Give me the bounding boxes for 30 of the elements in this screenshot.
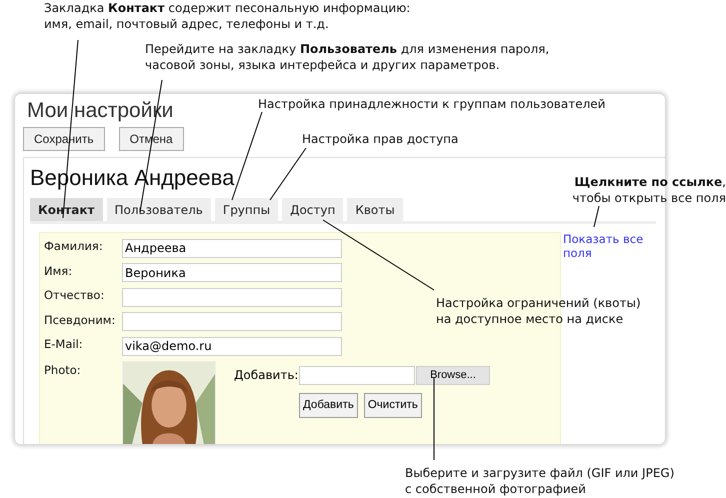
callout-text: Перейдите на закладку Пользователь для изменения пароля, часовой зоны, языка интерфейса и других параметров. (145, 41, 550, 73)
input-field[interactable]: vika@demo.ru (122, 336, 342, 356)
photo-button[interactable]: Очистить (364, 392, 422, 418)
callout-text: Щелкните по ссылке, чтобы открыть все поля (572, 174, 726, 206)
field-label: Отчество: (44, 288, 106, 302)
tab[interactable]: Пользователь (106, 198, 211, 221)
callout-text: Настройка ограничений (квоты) на доступное место на диске (436, 295, 641, 327)
tab[interactable]: Доступ (282, 198, 344, 221)
add-label: Добавить: (234, 368, 299, 382)
callout-text: Выберите и загрузите файл (GIF или JPEG) с собственной фотографией (405, 465, 674, 497)
field-label: Фамилия: (44, 239, 104, 254)
tab[interactable]: Группы (214, 198, 278, 221)
input-field[interactable] (122, 312, 342, 332)
input-field[interactable]: Андреева (122, 238, 342, 258)
browse-button[interactable]: Browse... (416, 366, 490, 384)
show-all-link[interactable]: Показать все поля (563, 232, 653, 260)
field-label: Photo: (44, 362, 82, 376)
field-label: E-Mail: (44, 337, 84, 352)
leader-line (270, 148, 306, 200)
file-input[interactable] (299, 366, 415, 384)
callout-text: Настройка прав доступа (302, 131, 458, 147)
callout-text: Закладка Контакт содержит песональную информацию: имя, email, почтовый адрес, телефоны и т.д. (44, 0, 410, 32)
tab[interactable]: Квоты (347, 198, 403, 221)
field-label: Имя: (44, 264, 74, 278)
field-label: Псевдоним: (44, 312, 116, 327)
photo-button[interactable]: Добавить (299, 392, 358, 418)
input-field[interactable] (122, 288, 342, 307)
callout-text: Настройка принадлежности к группам пользователей (258, 96, 606, 112)
input-field[interactable]: Вероника (122, 263, 342, 282)
leader-line (594, 206, 600, 228)
